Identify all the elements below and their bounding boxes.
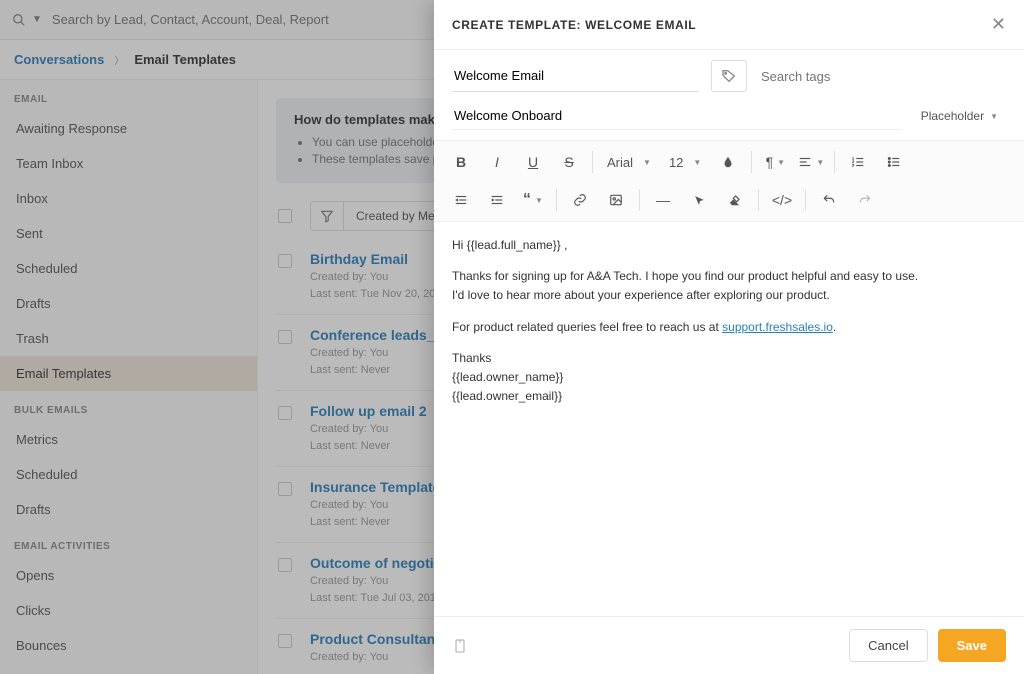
select-button[interactable] (682, 185, 716, 215)
body-paragraph: For product related queries feel free to… (452, 318, 1006, 337)
quote-button[interactable]: “▼ (516, 185, 550, 215)
horizontal-rule-button[interactable]: — (646, 185, 680, 215)
redo-button[interactable] (848, 185, 882, 215)
toolbar-divider (834, 151, 835, 173)
tags-search-input[interactable] (759, 60, 1006, 92)
save-button[interactable]: Save (938, 629, 1006, 662)
toolbar-divider (758, 189, 759, 211)
strikethrough-button[interactable]: S (552, 147, 586, 177)
code-view-button[interactable]: </> (765, 185, 799, 215)
bold-button[interactable]: B (444, 147, 478, 177)
ordered-list-button[interactable]: 123 (841, 147, 875, 177)
undo-button[interactable] (812, 185, 846, 215)
placeholder-dropdown[interactable]: Placeholder▼ (913, 105, 1006, 127)
toolbar-divider (592, 151, 593, 173)
toolbar-divider (805, 189, 806, 211)
toolbar-divider (751, 151, 752, 173)
font-family-dropdown[interactable]: Arial▼ (599, 147, 659, 177)
body-greeting: Hi {{lead.full_name}} , (452, 236, 1006, 255)
text-color-button[interactable] (711, 147, 745, 177)
underline-button[interactable]: U (516, 147, 550, 177)
attachment-icon[interactable] (452, 638, 468, 654)
template-name-input[interactable] (452, 60, 699, 92)
outdent-button[interactable] (444, 185, 478, 215)
image-button[interactable] (599, 185, 633, 215)
unordered-list-button[interactable] (877, 147, 911, 177)
tag-icon[interactable] (711, 60, 747, 92)
toolbar-divider (639, 189, 640, 211)
align-button[interactable]: ▼ (794, 147, 828, 177)
italic-button[interactable]: I (480, 147, 514, 177)
panel-title: CREATE TEMPLATE: WELCOME EMAIL (452, 18, 696, 32)
clear-format-button[interactable] (718, 185, 752, 215)
indent-button[interactable] (480, 185, 514, 215)
close-icon[interactable]: ✕ (991, 14, 1006, 35)
subject-input[interactable] (452, 102, 901, 130)
support-link[interactable]: support.freshsales.io (722, 320, 833, 334)
editor-toolbar: B I U S Arial▼ 12▼ ¶▼ ▼ 123 “▼ (434, 140, 1024, 222)
body-signature: Thanks {{lead.owner_name}} {{lead.owner_… (452, 349, 1006, 407)
paragraph-format-button[interactable]: ¶▼ (758, 147, 792, 177)
editor-body[interactable]: Hi {{lead.full_name}} , Thanks for signi… (434, 222, 1024, 616)
create-template-panel: CREATE TEMPLATE: WELCOME EMAIL ✕ Placeho… (434, 0, 1024, 674)
cancel-button[interactable]: Cancel (849, 629, 927, 662)
toolbar-divider (556, 189, 557, 211)
link-button[interactable] (563, 185, 597, 215)
caret-down-icon: ▼ (990, 112, 998, 121)
font-size-dropdown[interactable]: 12▼ (661, 147, 709, 177)
body-paragraph: Thanks for signing up for A&A Tech. I ho… (452, 267, 1006, 305)
svg-text:3: 3 (852, 164, 854, 168)
